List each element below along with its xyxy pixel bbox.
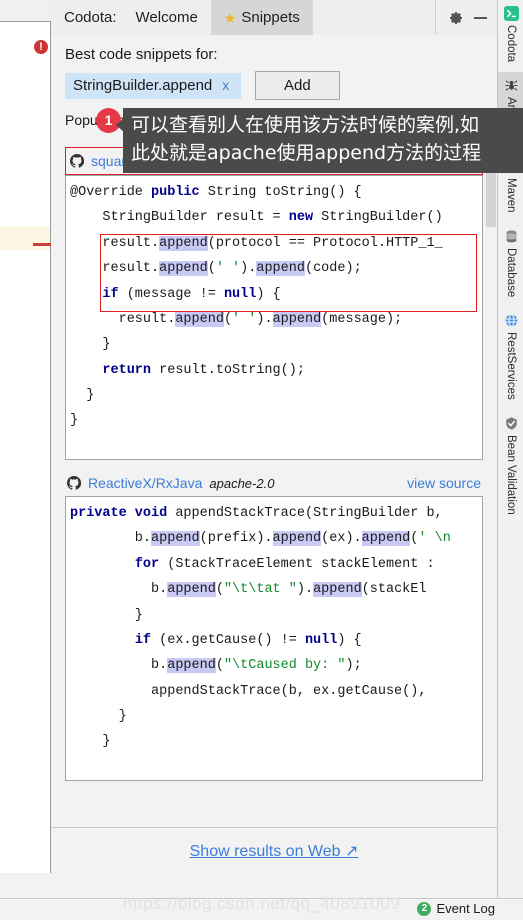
tab-snippets-label: Snippets bbox=[241, 9, 300, 26]
event-log-count-badge: 2 bbox=[417, 901, 432, 916]
sidebar-item-label: Maven bbox=[505, 178, 517, 213]
code-line: private void appendStackTrace(StringBuil… bbox=[70, 506, 443, 521]
sidebar-item-label: Codota bbox=[505, 25, 517, 63]
event-log-label: Event Log bbox=[436, 901, 495, 916]
tool-window-tabbar: Codota: Welcome ★ Snippets bbox=[51, 0, 497, 36]
minimize-icon[interactable] bbox=[474, 16, 487, 19]
code-line: appendStackTrace(b, ex.getCause(), bbox=[70, 683, 427, 699]
snippet-card: ReactiveX/RxJava apache-2.0 view source … bbox=[65, 470, 483, 781]
app-root: ! Codota: Welcome ★ Snippets Best code s… bbox=[0, 0, 523, 920]
snippet-license: apache-2.0 bbox=[209, 475, 275, 491]
codota-icon bbox=[503, 6, 519, 21]
tooltip-line-2: 此处就是apache使用append方法的过程 bbox=[131, 141, 482, 164]
code-line: } bbox=[70, 709, 127, 724]
status-bar: https://blog.csdn.net/qq_40891009 2 Even… bbox=[0, 894, 523, 920]
code-line: result.append(protocol == Protocol.HTTP_… bbox=[70, 235, 443, 251]
editor-warning-band bbox=[0, 226, 50, 250]
snippet-code-block[interactable]: @Override public String toString() { Str… bbox=[65, 175, 483, 460]
database-icon bbox=[504, 229, 519, 244]
query-chip-label: StringBuilder.append bbox=[73, 76, 213, 94]
tab-codota-label: Codota: bbox=[64, 9, 117, 26]
code-line: if (ex.getCause() != null) { bbox=[134, 632, 362, 648]
code-line: @Override public String toString() { bbox=[70, 185, 362, 200]
sidebar-item-label: Database bbox=[505, 247, 517, 297]
snippet-code-block[interactable]: private void appendStackTrace(StringBuil… bbox=[65, 496, 483, 781]
github-icon bbox=[70, 154, 84, 168]
code-line: } bbox=[70, 413, 79, 429]
sidebar-item-bean-validation[interactable]: Bean Validation bbox=[498, 410, 523, 525]
code-line: } bbox=[70, 388, 95, 403]
sidebar-item-label: Bean Validation bbox=[505, 434, 517, 515]
tab-welcome[interactable]: Welcome bbox=[123, 0, 211, 35]
editor-warning-underline bbox=[33, 243, 51, 246]
editor-top-strip bbox=[0, 0, 51, 22]
panel-footer: Show results on Web ↗ bbox=[51, 827, 497, 873]
code-line: } bbox=[70, 607, 143, 623]
code-line: if (message != null) { bbox=[102, 286, 281, 302]
code-line: result.append(' ').append(code); bbox=[70, 261, 362, 277]
view-source-link[interactable]: view source bbox=[407, 475, 481, 491]
sidebar-item-restservices[interactable]: RestServices bbox=[498, 307, 523, 410]
star-icon: ★ bbox=[223, 9, 237, 26]
rest-icon bbox=[504, 313, 519, 328]
tabbar-spacer bbox=[313, 0, 435, 35]
code-line: b.append("\tCaused by: "); bbox=[70, 658, 362, 674]
tab-snippets[interactable]: ★ Snippets bbox=[210, 0, 313, 35]
code-line: } bbox=[70, 734, 111, 750]
ant-icon bbox=[504, 78, 519, 93]
snippet-card: square/okhttp apache-2.0 view source @Ov… bbox=[65, 147, 483, 460]
github-icon bbox=[67, 476, 81, 490]
tab-welcome-label: Welcome bbox=[135, 9, 198, 26]
editor-sliver: ! bbox=[0, 0, 51, 873]
tooltip-line-1: 可以查看别人在使用该方法时候的案例,如 bbox=[131, 114, 480, 136]
tab-codota[interactable]: Codota: bbox=[51, 0, 123, 35]
code-line: for (StackTraceElement stackElement : bbox=[134, 556, 435, 572]
close-icon[interactable]: x bbox=[222, 77, 229, 93]
sidebar-item-label: RestServices bbox=[505, 331, 517, 400]
snippet-list: square/okhttp apache-2.0 view source @Ov… bbox=[51, 147, 497, 827]
gear-icon[interactable] bbox=[448, 10, 464, 26]
scrollbar-thumb[interactable] bbox=[486, 165, 496, 227]
code-line: b.append(prefix).append(ex).append(' \n bbox=[70, 531, 451, 547]
sidebar-item-database[interactable]: Database bbox=[498, 223, 523, 307]
code-line: result.append(' ').append(message); bbox=[70, 311, 403, 327]
panel-heading: Best code snippets for: bbox=[65, 46, 218, 63]
snippet-header: ReactiveX/RxJava apache-2.0 view source bbox=[65, 470, 483, 496]
snippet-repo-link[interactable]: ReactiveX/RxJava bbox=[88, 475, 202, 491]
query-chip[interactable]: StringBuilder.append x bbox=[65, 72, 241, 99]
bean-icon bbox=[504, 416, 519, 431]
show-results-on-web-link[interactable]: Show results on Web ↗ bbox=[190, 841, 359, 861]
code-line: b.append("\t\tat ").append(stackEl bbox=[70, 582, 427, 598]
error-marker-icon[interactable]: ! bbox=[34, 40, 48, 54]
annotation-tooltip: 可以查看别人在使用该方法时候的案例,如 此处就是apache使用append方法… bbox=[123, 108, 523, 174]
event-log-button[interactable]: 2 Event Log bbox=[417, 901, 495, 916]
tabbar-actions bbox=[435, 0, 497, 35]
query-row: StringBuilder.append x Add bbox=[51, 71, 497, 100]
code-line: } bbox=[70, 337, 111, 353]
sidebar-item-codota[interactable]: Codota bbox=[498, 0, 523, 72]
code-line: StringBuilder result = new StringBuilder… bbox=[70, 210, 443, 226]
code-line: return result.toString(); bbox=[102, 362, 305, 378]
add-button[interactable]: Add bbox=[255, 71, 340, 100]
